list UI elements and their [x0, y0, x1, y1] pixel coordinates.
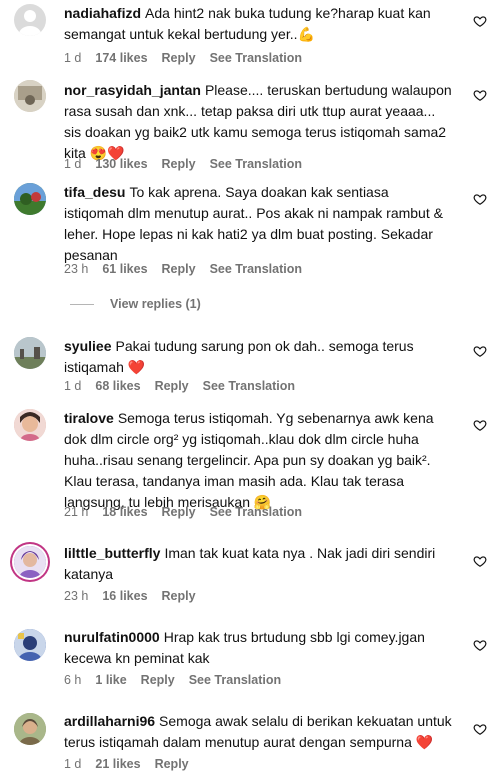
avatar[interactable] — [14, 337, 46, 369]
comment-likes[interactable]: 61 likes — [102, 262, 147, 276]
like-icon[interactable] — [473, 88, 487, 102]
comment-likes[interactable]: 174 likes — [95, 51, 147, 65]
comment-time: 1 d — [64, 379, 82, 393]
comment-username[interactable]: lilttle_butterfly — [64, 545, 160, 561]
see-translation-button[interactable]: See Translation — [210, 51, 302, 65]
comment-meta: 1 d 130 likes Reply See Translation — [64, 157, 316, 171]
comment-text: Semoga terus istiqomah. Yg sebenarnya aw… — [64, 410, 434, 510]
comment-text: Pakai tudung sarung pon ok dah.. semoga … — [64, 338, 414, 375]
comment-text-block: lilttle_butterfly Iman tak kuat kata nya … — [64, 543, 452, 585]
like-icon[interactable] — [473, 192, 487, 206]
like-icon[interactable] — [473, 344, 487, 358]
comment-meta: 23 h 61 likes Reply See Translation — [64, 262, 316, 276]
reply-button[interactable]: Reply — [162, 589, 196, 603]
comment-meta: 1 d 68 likes Reply See Translation — [64, 379, 309, 393]
comment-time: 21 h — [64, 505, 89, 519]
like-icon[interactable] — [473, 554, 487, 568]
comment-text-block: tiralove Semoga terus istiqomah. Yg seben… — [64, 408, 452, 513]
comment-likes[interactable]: 18 likes — [102, 505, 147, 519]
comment-likes[interactable]: 130 likes — [95, 157, 147, 171]
avatar[interactable] — [14, 629, 46, 661]
comment-username[interactable]: tiralove — [64, 410, 114, 426]
reply-button[interactable]: Reply — [162, 262, 196, 276]
comment-time: 1 d — [64, 157, 82, 171]
avatar[interactable] — [14, 4, 46, 36]
comment-meta: 1 d 174 likes Reply See Translation — [64, 51, 316, 65]
comment-text-block: nor_rasyidah_jantan Please.... teruskan b… — [64, 80, 452, 164]
comment-time: 23 h — [64, 589, 89, 603]
see-translation-button[interactable]: See Translation — [210, 505, 302, 519]
comment-text-block: syuliee Pakai tudung sarung pon ok dah.. … — [64, 336, 452, 378]
reply-button[interactable]: Reply — [155, 379, 189, 393]
comment-username[interactable]: tifa_desu — [64, 184, 125, 200]
comment-meta: 6 h 1 like Reply See Translation — [64, 673, 295, 687]
avatar[interactable] — [14, 409, 46, 441]
comment-username[interactable]: syuliee — [64, 338, 111, 354]
comment-meta: 1 d 21 likes Reply — [64, 757, 203, 771]
reply-button[interactable]: Reply — [162, 157, 196, 171]
comment-text-block: nadiahafizd Ada hint2 nak buka tudung ke?… — [64, 3, 452, 45]
view-replies-button[interactable]: View replies (1) — [70, 297, 201, 311]
comment-text-block: tifa_desu To kak aprena. Saya doakan kak … — [64, 182, 452, 266]
avatar[interactable] — [14, 713, 46, 745]
like-icon[interactable] — [473, 418, 487, 432]
like-icon[interactable] — [473, 638, 487, 652]
avatar[interactable] — [14, 80, 46, 112]
comment-likes[interactable]: 68 likes — [95, 379, 140, 393]
replies-divider — [70, 304, 94, 306]
comment-username[interactable]: nor_rasyidah_jantan — [64, 82, 201, 98]
reply-button[interactable]: Reply — [155, 757, 189, 771]
comment-time: 1 d — [64, 757, 82, 771]
comment-likes[interactable]: 1 like — [95, 673, 126, 687]
comment-text-block: nurulfatin0000 Hrap kak trus brtudung sbb… — [64, 627, 452, 669]
comment-meta: 23 h 16 likes Reply — [64, 589, 210, 603]
comment-time: 23 h — [64, 262, 89, 276]
comment-likes[interactable]: 21 likes — [95, 757, 140, 771]
avatar[interactable] — [14, 546, 46, 578]
comment-meta: 21 h 18 likes Reply See Translation — [64, 505, 316, 519]
comment-username[interactable]: ardillaharni96 — [64, 713, 155, 729]
comment-time: 6 h — [64, 673, 82, 687]
comment-text-block: ardillaharni96 Semoga awak selalu di beri… — [64, 711, 452, 753]
view-replies-label: View replies (1) — [110, 297, 201, 311]
like-icon[interactable] — [473, 722, 487, 736]
see-translation-button[interactable]: See Translation — [210, 262, 302, 276]
comment-likes[interactable]: 16 likes — [102, 589, 147, 603]
see-translation-button[interactable]: See Translation — [210, 157, 302, 171]
reply-button[interactable]: Reply — [141, 673, 175, 687]
comment-username[interactable]: nurulfatin0000 — [64, 629, 160, 645]
like-icon[interactable] — [473, 14, 487, 28]
reply-button[interactable]: Reply — [162, 505, 196, 519]
reply-button[interactable]: Reply — [162, 51, 196, 65]
comment-time: 1 d — [64, 51, 82, 65]
comment-username[interactable]: nadiahafizd — [64, 5, 141, 21]
avatar[interactable] — [14, 183, 46, 215]
see-translation-button[interactable]: See Translation — [203, 379, 295, 393]
see-translation-button[interactable]: See Translation — [189, 673, 281, 687]
